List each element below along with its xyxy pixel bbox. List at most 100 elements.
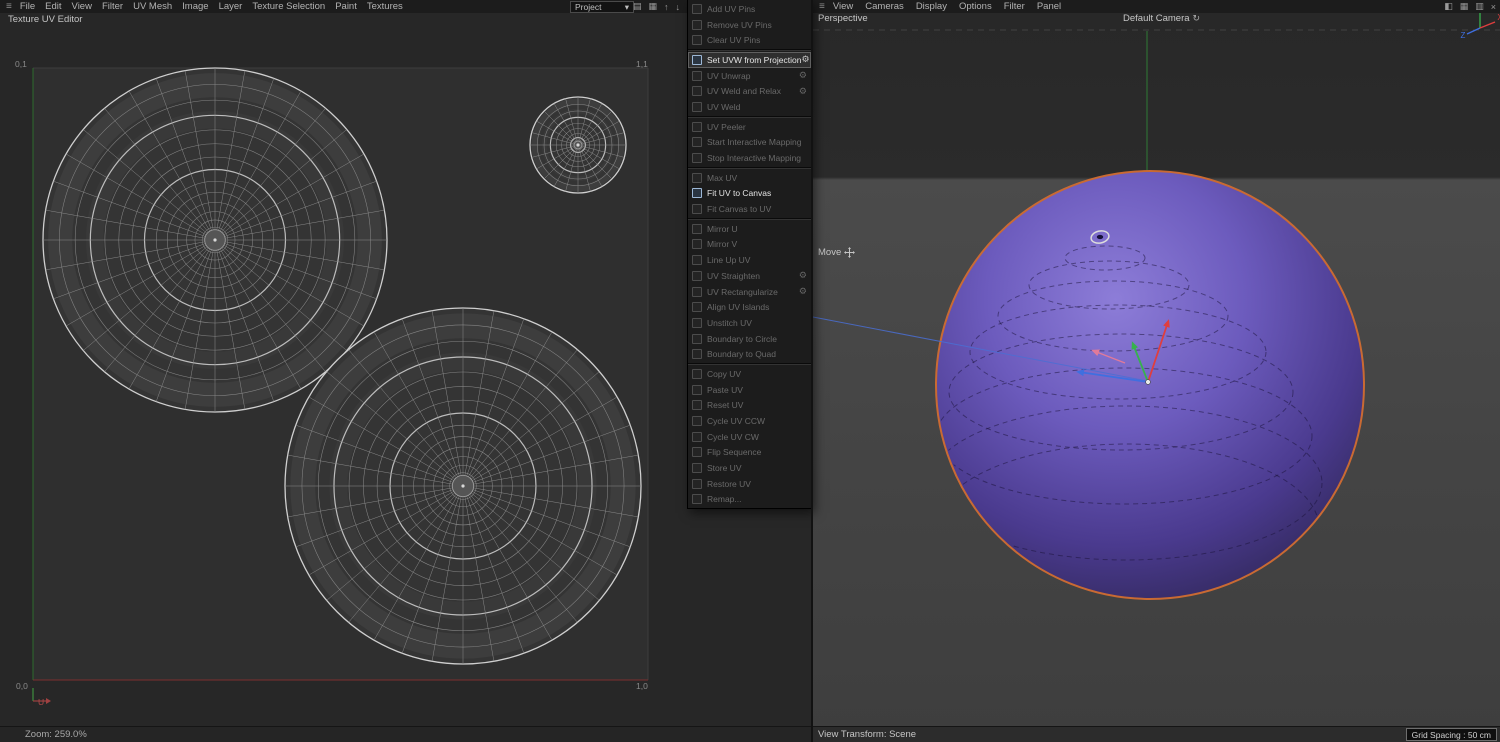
menu-textures[interactable]: Textures bbox=[367, 1, 403, 12]
gear-icon[interactable]: ⚙ bbox=[801, 55, 809, 64]
uv-menu-item-fit-uv-to-canvas[interactable]: Fit UV to Canvas bbox=[688, 186, 811, 202]
gear-icon[interactable]: ⚙ bbox=[799, 71, 807, 80]
uv-menu-item-store-uv[interactable]: Store UV bbox=[688, 460, 811, 476]
uv-menu-item-uv-weld[interactable]: UV Weld bbox=[688, 99, 811, 115]
shade-view-icon[interactable]: ◧ bbox=[1444, 1, 1453, 12]
uv-island-1[interactable] bbox=[42, 67, 388, 413]
uv-unwrap-icon bbox=[692, 70, 702, 81]
camera-cycle-icon[interactable]: ↻ bbox=[1193, 13, 1201, 24]
vp-menu-cameras[interactable]: Cameras bbox=[865, 1, 904, 12]
uv-island-3[interactable] bbox=[529, 96, 627, 194]
mirror-v-icon bbox=[692, 239, 702, 250]
histogram-icon[interactable]: ▤ bbox=[633, 1, 642, 12]
vp-menu-panel[interactable]: Panel bbox=[1037, 1, 1061, 12]
uv-menu-item-label: Fit UV to Canvas bbox=[707, 188, 772, 199]
uv-menu-item-label: Remove UV Pins bbox=[707, 19, 772, 30]
chevron-down-icon: ▾ bbox=[624, 1, 629, 12]
uv-menu-item-fit-canvas-to-uv[interactable]: Fit Canvas to UV bbox=[688, 201, 811, 217]
uv-menu-item-set-uvw-from-projection[interactable]: Set UVW from Projection ⚙ bbox=[688, 52, 811, 68]
boundary-to-quad-icon bbox=[692, 349, 702, 360]
uv-menu-item-label: Line Up UV bbox=[707, 255, 751, 266]
download-icon[interactable]: ↓ bbox=[676, 2, 681, 12]
camera-label[interactable]: Default Camera ↻ bbox=[1123, 13, 1200, 24]
uv-menu-item-clear-uv-pins[interactable]: Clear UV Pins bbox=[688, 32, 811, 48]
sphere-object[interactable] bbox=[935, 170, 1365, 600]
uv-menu-item-add-uv-pins[interactable]: Add UV Pins bbox=[688, 1, 811, 17]
uv-menu-item-line-up-uv[interactable]: Line Up UV bbox=[688, 252, 811, 268]
menu-file[interactable]: File bbox=[20, 1, 35, 12]
uv-menu-item-label: Align UV Islands bbox=[707, 302, 770, 313]
uv-menu-item-cycle-uv-cw[interactable]: Cycle UV CW bbox=[688, 429, 811, 445]
menu-filter[interactable]: Filter bbox=[102, 1, 123, 12]
uv-menu-item-label: Max UV bbox=[707, 172, 738, 183]
clear-uv-pins-icon bbox=[692, 35, 702, 46]
uv-menu-item-unstitch-uv[interactable]: Unstitch UV bbox=[688, 315, 811, 331]
gear-icon[interactable]: ⚙ bbox=[799, 271, 807, 280]
uv-menu-item-label: Store UV bbox=[707, 463, 742, 474]
project-dropdown[interactable]: Project ▾ bbox=[570, 1, 634, 13]
upload-icon[interactable]: ↑ bbox=[664, 2, 669, 12]
uv-menu-item-remap[interactable]: Remap... bbox=[688, 492, 811, 508]
menu-edit[interactable]: Edit bbox=[45, 1, 61, 12]
grid-icon[interactable]: ▦ bbox=[649, 1, 658, 12]
uv-menu-item-uv-straighten[interactable]: UV Straighten ⚙ bbox=[688, 268, 811, 284]
close-icon[interactable]: × bbox=[1491, 2, 1496, 12]
uv-menu-item-uv-weld-and-relax[interactable]: UV Weld and Relax ⚙ bbox=[688, 83, 811, 99]
menu-hamburger-icon[interactable]: ≡ bbox=[6, 1, 12, 12]
uv-menu-item-uv-peeler[interactable]: UV Peeler bbox=[688, 119, 811, 135]
copy-uv-icon bbox=[692, 368, 702, 379]
uv-menu-item-boundary-to-quad[interactable]: Boundary to Quad bbox=[688, 346, 811, 362]
store-uv-icon bbox=[692, 463, 702, 474]
uv-menu-item-restore-uv[interactable]: Restore UV bbox=[688, 476, 811, 492]
uv-menu-item-start-interactive-mapping[interactable]: Start Interactive Mapping bbox=[688, 135, 811, 151]
uv-menu-item-paste-uv[interactable]: Paste UV bbox=[688, 382, 811, 398]
pane-splitter[interactable] bbox=[811, 0, 813, 742]
vp-menu-display[interactable]: Display bbox=[916, 1, 947, 12]
vp-menu-filter[interactable]: Filter bbox=[1004, 1, 1025, 12]
uv-menu-item-uv-rectangularize[interactable]: UV Rectangularize ⚙ bbox=[688, 284, 811, 300]
uv-menu-item-mirror-v[interactable]: Mirror V bbox=[688, 237, 811, 253]
vp-menu-view[interactable]: View bbox=[833, 1, 853, 12]
start-interactive-mapping-icon bbox=[692, 137, 702, 148]
uv-menu-item-cycle-uv-ccw[interactable]: Cycle UV CCW bbox=[688, 413, 811, 429]
uv-menu-item-max-uv[interactable]: Max UV bbox=[688, 170, 811, 186]
view-mode-label[interactable]: Perspective bbox=[818, 13, 868, 24]
uv-menu-item-label: Reset UV bbox=[707, 400, 744, 411]
uv-menu-item-remove-uv-pins[interactable]: Remove UV Pins bbox=[688, 17, 811, 33]
menu-texture-selection[interactable]: Texture Selection bbox=[252, 1, 325, 12]
view-transform-label: View Transform: Scene bbox=[818, 729, 917, 740]
move-tool-icon bbox=[844, 247, 856, 258]
vp-menu-options[interactable]: Options bbox=[959, 1, 992, 12]
grid-spacing-box[interactable]: Grid Spacing : 50 cm bbox=[1405, 728, 1497, 741]
uv-menu-item-label: UV Weld and Relax bbox=[707, 86, 782, 97]
uv-menu-item-boundary-to-circle[interactable]: Boundary to Circle bbox=[688, 331, 811, 347]
viewport-toolbar: ◧ ▦ ▥ × bbox=[1444, 0, 1496, 13]
uv-menu-item-label: Unstitch UV bbox=[707, 317, 752, 328]
cycle-uv-ccw-icon bbox=[692, 416, 702, 427]
uv-menu-item-mirror-u[interactable]: Mirror U bbox=[688, 221, 811, 237]
uv-menu-item-align-uv-islands[interactable]: Align UV Islands bbox=[688, 299, 811, 315]
uv-menu-item-copy-uv[interactable]: Copy UV bbox=[688, 366, 811, 382]
uv-menu-item-reset-uv[interactable]: Reset UV bbox=[688, 398, 811, 414]
viewport-canvas[interactable]: YXZ bbox=[813, 0, 1500, 742]
u-axis-label: U bbox=[38, 697, 45, 707]
viewport-hamburger-icon[interactable]: ≡ bbox=[819, 1, 825, 12]
menu-uv-mesh[interactable]: UV Mesh bbox=[133, 1, 172, 12]
uv-menu-item-label: Boundary to Quad bbox=[707, 349, 776, 360]
uv-weld-icon bbox=[692, 101, 702, 112]
grid-view-icon[interactable]: ▦ bbox=[1460, 1, 1469, 12]
gear-icon[interactable]: ⚙ bbox=[799, 86, 807, 96]
gizmo-center[interactable] bbox=[1145, 379, 1151, 385]
menu-image[interactable]: Image bbox=[182, 1, 208, 12]
uv-island-2[interactable] bbox=[284, 307, 642, 665]
menu-paint[interactable]: Paint bbox=[335, 1, 357, 12]
uv-commands-menu: Add UV Pins Remove UV Pins Clear UV Pins Se… bbox=[687, 0, 812, 510]
uv-menu-item-flip-sequence[interactable]: Flip Sequence bbox=[688, 445, 811, 461]
panel-icon[interactable]: ▥ bbox=[1475, 1, 1484, 12]
menu-layer[interactable]: Layer bbox=[219, 1, 243, 12]
uv-menu-item-uv-unwrap[interactable]: UV Unwrap ⚙ bbox=[688, 68, 811, 84]
menu-view[interactable]: View bbox=[72, 1, 92, 12]
gear-icon[interactable]: ⚙ bbox=[799, 287, 807, 296]
uv-menu-item-stop-interactive-mapping[interactable]: Stop Interactive Mapping bbox=[688, 150, 811, 166]
uv-menu-item-label: Add UV Pins bbox=[707, 3, 756, 14]
